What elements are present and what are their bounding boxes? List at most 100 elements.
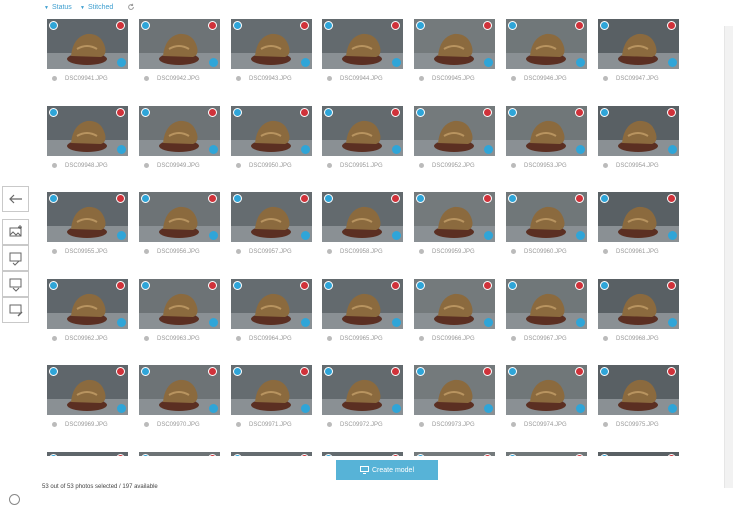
stitched-filter[interactable]: ▼ Stitched <box>80 4 113 11</box>
photo-thumbnail[interactable] <box>47 106 128 156</box>
photo-thumbnail[interactable] <box>139 19 220 69</box>
photo-thumbnail[interactable] <box>231 279 312 329</box>
selected-check-icon[interactable] <box>416 454 425 456</box>
selected-check-icon[interactable] <box>600 367 609 376</box>
photo-thumbnail[interactable] <box>47 192 128 242</box>
photo-thumbnail[interactable] <box>231 365 312 415</box>
photo-thumbnail[interactable] <box>322 452 403 456</box>
selected-check-icon[interactable] <box>49 108 58 117</box>
selected-check-icon[interactable] <box>416 194 425 203</box>
selected-check-icon[interactable] <box>324 194 333 203</box>
zoom-icon[interactable] <box>668 231 677 240</box>
photo-thumbnail[interactable] <box>47 279 128 329</box>
zoom-icon[interactable] <box>117 58 126 67</box>
deselect-icon[interactable] <box>391 108 400 117</box>
selected-check-icon[interactable] <box>600 194 609 203</box>
selected-check-icon[interactable] <box>600 108 609 117</box>
deselect-icon[interactable] <box>300 454 309 456</box>
zoom-icon[interactable] <box>117 145 126 154</box>
photo-thumbnail[interactable] <box>139 452 220 456</box>
selected-check-icon[interactable] <box>508 281 517 290</box>
deselect-icon[interactable] <box>391 281 400 290</box>
deselect-icon[interactable] <box>667 108 676 117</box>
photo-thumbnail[interactable] <box>414 106 495 156</box>
zoom-icon[interactable] <box>117 231 126 240</box>
zoom-icon[interactable] <box>484 404 493 413</box>
deselect-icon[interactable] <box>208 281 217 290</box>
photo-thumbnail[interactable] <box>506 192 587 242</box>
selected-check-icon[interactable] <box>600 454 609 456</box>
photo-thumbnail[interactable] <box>506 19 587 69</box>
deselect-icon[interactable] <box>116 194 125 203</box>
zoom-icon[interactable] <box>301 231 310 240</box>
selected-check-icon[interactable] <box>49 367 58 376</box>
photo-thumbnail[interactable] <box>414 279 495 329</box>
status-filter[interactable]: ▼ Status <box>44 4 72 11</box>
deselect-icon[interactable] <box>208 454 217 456</box>
photo-thumbnail[interactable] <box>139 279 220 329</box>
deselect-icon[interactable] <box>391 367 400 376</box>
photo-thumbnail[interactable] <box>322 279 403 329</box>
photo-thumbnail[interactable] <box>598 452 679 456</box>
zoom-icon[interactable] <box>576 404 585 413</box>
selected-check-icon[interactable] <box>508 108 517 117</box>
zoom-icon[interactable] <box>668 318 677 327</box>
selected-check-icon[interactable] <box>49 21 58 30</box>
deselect-icon[interactable] <box>667 194 676 203</box>
selected-check-icon[interactable] <box>416 108 425 117</box>
selected-check-icon[interactable] <box>233 21 242 30</box>
deselect-icon[interactable] <box>300 21 309 30</box>
photo-thumbnail[interactable] <box>598 279 679 329</box>
selected-check-icon[interactable] <box>508 454 517 456</box>
zoom-icon[interactable] <box>484 318 493 327</box>
deselect-icon[interactable] <box>575 108 584 117</box>
deselect-icon[interactable] <box>300 108 309 117</box>
zoom-icon[interactable] <box>117 318 126 327</box>
deselect-icon[interactable] <box>116 21 125 30</box>
scrollbar[interactable] <box>724 26 733 488</box>
zoom-icon[interactable] <box>392 404 401 413</box>
photo-thumbnail[interactable] <box>506 106 587 156</box>
deselect-icon[interactable] <box>667 454 676 456</box>
deselect-icon[interactable] <box>391 21 400 30</box>
deselect-icon[interactable] <box>300 281 309 290</box>
photo-thumbnail[interactable] <box>598 365 679 415</box>
zoom-icon[interactable] <box>392 318 401 327</box>
selected-check-icon[interactable] <box>49 194 58 203</box>
selected-check-icon[interactable] <box>508 367 517 376</box>
zoom-icon[interactable] <box>209 231 218 240</box>
selected-check-icon[interactable] <box>324 108 333 117</box>
help-icon[interactable] <box>9 494 20 505</box>
zoom-icon[interactable] <box>117 404 126 413</box>
selected-check-icon[interactable] <box>141 367 150 376</box>
photo-thumbnail[interactable] <box>414 365 495 415</box>
selected-check-icon[interactable] <box>141 454 150 456</box>
photo-thumbnail[interactable] <box>47 19 128 69</box>
selected-check-icon[interactable] <box>324 454 333 456</box>
selected-check-icon[interactable] <box>233 108 242 117</box>
back-button[interactable] <box>2 186 29 212</box>
photo-thumbnail[interactable] <box>414 19 495 69</box>
deselect-icon[interactable] <box>483 21 492 30</box>
selected-check-icon[interactable] <box>233 454 242 456</box>
zoom-icon[interactable] <box>576 145 585 154</box>
selected-check-icon[interactable] <box>141 21 150 30</box>
zoom-icon[interactable] <box>301 145 310 154</box>
photo-thumbnail[interactable] <box>231 106 312 156</box>
deselect-icon[interactable] <box>391 454 400 456</box>
photo-thumbnail[interactable] <box>139 192 220 242</box>
photo-thumbnail[interactable] <box>598 192 679 242</box>
selected-check-icon[interactable] <box>324 21 333 30</box>
photo-thumbnail[interactable] <box>414 192 495 242</box>
photo-thumbnail[interactable] <box>506 279 587 329</box>
deselect-icon[interactable] <box>208 367 217 376</box>
selected-check-icon[interactable] <box>324 281 333 290</box>
refresh-icon[interactable] <box>127 3 135 11</box>
zoom-icon[interactable] <box>484 145 493 154</box>
photo-thumbnail[interactable] <box>506 365 587 415</box>
photo-thumbnail[interactable] <box>47 365 128 415</box>
selected-check-icon[interactable] <box>49 454 58 456</box>
photo-thumbnail[interactable] <box>322 19 403 69</box>
add-photos-button[interactable] <box>2 219 29 245</box>
photo-thumbnail[interactable] <box>47 452 128 456</box>
